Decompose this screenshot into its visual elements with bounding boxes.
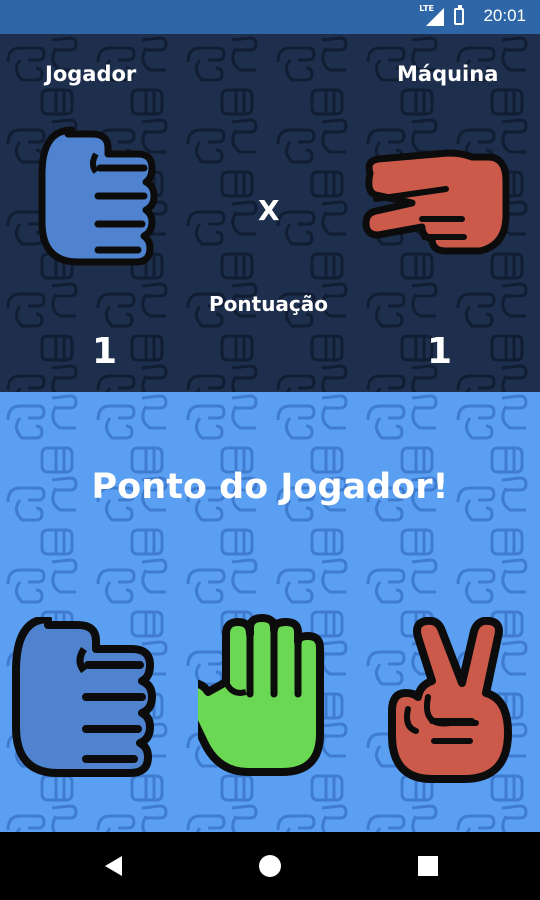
versus-label: X [258, 194, 280, 227]
player-choice-rock-icon [38, 126, 158, 266]
battery-icon [454, 5, 464, 25]
choice-panel: Ponto do Jogador! [0, 392, 540, 832]
scissors-choice-button[interactable] [378, 617, 523, 792]
result-message: Ponto do Jogador! [91, 467, 449, 507]
machine-score: 1 [427, 331, 453, 372]
player-label: Jogador [45, 62, 137, 86]
machine-label: Máquina [397, 62, 499, 86]
score-title: Pontuação [209, 292, 329, 316]
navigation-bar [0, 832, 540, 900]
home-icon[interactable] [258, 854, 282, 878]
signal-icon [426, 8, 444, 26]
rock-choice-button[interactable] [12, 617, 167, 797]
status-bar: LTE 20:01 [0, 0, 540, 34]
back-icon[interactable] [102, 854, 124, 878]
clock: 20:01 [483, 6, 526, 25]
recents-icon[interactable] [418, 856, 438, 876]
player-score: 1 [92, 331, 118, 372]
scoreboard-panel: Jogador Máquina X Pontuação 1 1 [0, 34, 540, 392]
paper-choice-button[interactable] [198, 612, 338, 792]
machine-choice-scissors-icon [362, 149, 510, 255]
